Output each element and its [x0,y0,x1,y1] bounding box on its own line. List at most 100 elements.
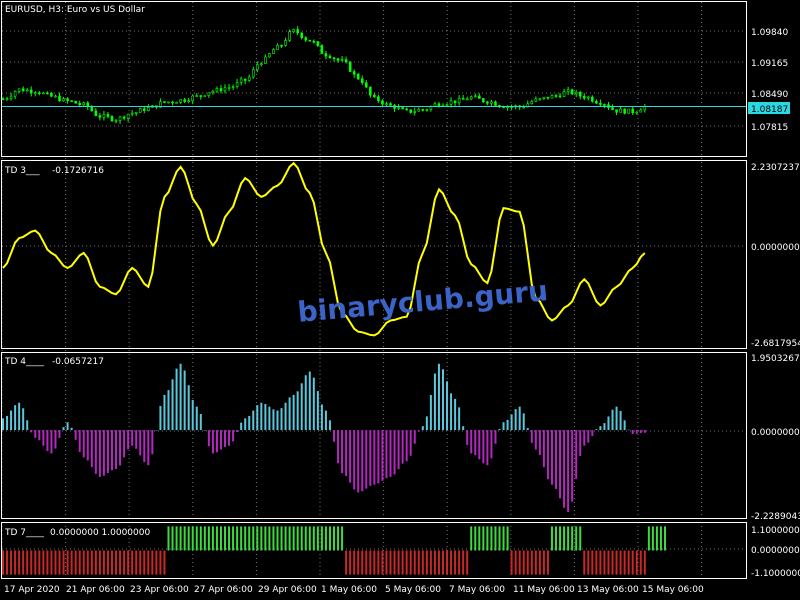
td4-bar [377,430,380,484]
td4-bar [349,430,352,483]
candle-body [611,107,614,111]
td4-bar [22,408,25,431]
td4-bar [272,409,275,431]
td7-bar [324,526,327,551]
candle-body [599,102,602,105]
td7-bar [599,550,602,575]
td4-bar [498,428,501,431]
time-tick: 13 May 06:00 [577,585,639,595]
td7-bar [591,550,594,575]
td4-bar [34,430,37,438]
candle-body [324,53,328,57]
td4-bar [494,430,497,444]
td7-bar [462,550,465,575]
td7-bar [603,550,606,575]
candle-body [50,93,53,97]
td7-bar [514,550,517,575]
chart-canvas[interactable]: EURUSD, H3: Euro vs US Dollar TD 3___ -0… [0,0,800,600]
candle-body [405,108,408,111]
candle-body [603,104,606,106]
td4-bar [171,379,174,431]
candle-body [469,96,473,100]
candle-body [223,87,227,92]
td7-bar [502,526,505,551]
td4-bar [341,430,344,473]
td4-bar [579,430,582,457]
td4-bar [567,430,570,512]
td4-bar [236,430,239,433]
candle-body [364,82,368,88]
candle-body [62,98,65,102]
td4-bar [232,430,235,442]
td4-bar [139,430,142,456]
candle-body [381,100,384,105]
td4-bar [510,414,513,431]
candle-body [582,95,586,99]
td7-bar [292,526,295,551]
candle-body [191,95,195,102]
td4-bar [607,416,610,431]
td7-bar [219,526,222,551]
td7-bar [538,550,541,575]
candle-body [1,98,5,101]
td4-bar [54,430,57,449]
td7-bar [393,550,396,575]
td7-bar [127,550,130,575]
td7-bar [272,526,275,551]
td4-bar [417,430,420,432]
td7-bar [191,526,194,551]
candle-body [587,96,590,99]
td4-bar [42,430,45,446]
td7-bar [518,550,521,575]
td4-bar [603,423,606,431]
candle-body [46,92,49,95]
td7-bar [651,526,654,551]
candle-body [409,109,412,113]
candle-body [377,96,380,102]
td7-bar [264,526,267,551]
candle-body [134,112,138,114]
td7-bar [417,550,420,575]
candle-body [344,59,348,63]
td4-bar [98,430,101,477]
candle-body [558,95,562,98]
td7-bar [46,550,49,575]
candle-body [42,92,45,95]
candle-body [578,92,582,97]
candle-body [38,92,41,94]
td7-bar [575,526,578,551]
td4-bar [260,402,263,431]
td7-bar [268,526,271,551]
candle-body [385,103,388,105]
td4-bar [175,368,178,431]
candle-body [114,120,118,122]
td4-bar [550,430,553,485]
time-tick: 5 May 06:00 [385,585,441,595]
td7-bar [26,550,29,575]
td7-bar [555,526,558,551]
candle-body [203,95,207,97]
td7-bar [583,550,586,575]
td7-bar [312,526,315,551]
candle-body [449,100,453,105]
candle-body [574,92,578,95]
td4-bar [70,427,73,431]
td7-bar [66,550,69,575]
candle-body [288,31,291,41]
candle-body [437,103,441,107]
td4-bar [615,406,618,431]
td4-bar [74,430,77,440]
candle-body [251,69,255,78]
td7-bar [389,550,392,575]
candle-body [360,78,364,84]
td4-bar [627,429,630,431]
candle-body [235,82,239,87]
td4-bar [345,430,348,477]
td7-bar [429,550,432,575]
td4-bar [405,430,408,462]
td7-tick: 1.1000000 [751,526,800,536]
time-tick: 17 Apr 2020 [4,585,60,595]
td4-bar [292,394,295,431]
candle-body [494,101,497,106]
td7-bar [611,550,614,575]
